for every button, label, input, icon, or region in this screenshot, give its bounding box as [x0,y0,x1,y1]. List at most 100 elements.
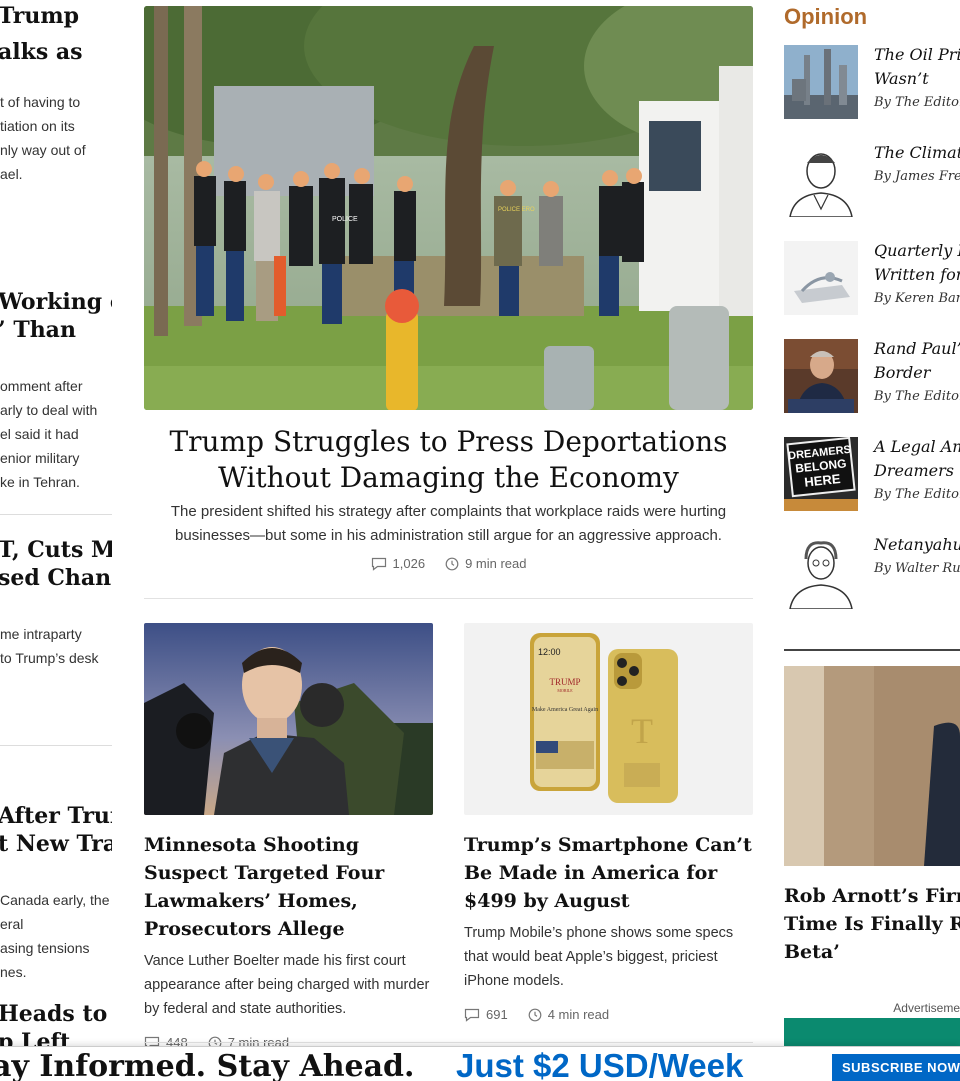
left-story-3-headline-line-1[interactable]: T, Cuts More [0,536,112,564]
advertisement-label: Advertiseme [893,1001,960,1015]
story-card-1-headline[interactable]: Minnesota Shooting Suspect Targeted Four… [144,831,433,943]
hero-meta: 1,026 9 min read [144,556,753,571]
right-story-headline-1[interactable]: Rob Arnott’s Firm [784,882,960,910]
subscribe-banner: ay Informed. Stay Ahead. Just $2 USD/Wee… [0,1046,960,1081]
opinion-6-byline: By Walter Rus [874,561,960,576]
left-story-2-summary-5: ke in Tehran. [0,474,80,490]
left-story-1[interactable]: Trump alks as t of having to tiation on … [0,2,112,186]
opinion-5-byline: By The Editor [874,487,960,502]
left-story-2-summary-1: omment after [0,378,83,394]
vest-label-2: POLICE ERO [498,207,535,213]
left-story-3-headline-line-2[interactable]: sed Changes [0,564,112,592]
opinion-section-title[interactable]: Opinion [784,4,867,30]
left-story-3-summary-2: to Trump’s desk [0,650,99,666]
left-story-4-summary-3: asing tensions [0,940,90,956]
story-card-2-read-time: 4 min read [547,1007,610,1022]
opinion-1-headline-2[interactable]: Wasn’t [874,67,960,91]
left-story-4-headline-line-1[interactable]: After Trump [0,802,112,830]
opinion-4-byline: By The Editor [874,389,960,404]
left-story-5-headline-line-1[interactable]: Heads to [0,1000,112,1028]
comment-icon[interactable] [371,557,387,571]
left-story-2-summary-4: enior military [0,450,80,466]
left-story-4-headline-line-2[interactable]: t New Trade [0,830,112,858]
left-story-1-headline-line-2[interactable]: alks as [0,38,112,66]
left-divider [0,514,112,515]
left-column: Trump alks as t of having to tiation on … [0,0,112,1080]
phone-brand: TRUMP [549,677,580,687]
story-card-1-summary: Vance Luther Boelter made his first cour… [144,953,430,1017]
opinion-3-byline: By Keren Bar- [874,291,960,306]
right-story-image[interactable] [784,666,960,866]
center-divider [144,598,753,599]
story-card-2-meta: 691 4 min read [464,1007,753,1022]
vest-label-1: POLICE [332,216,358,223]
opinion-item[interactable]: Netanyahu I By Walter Rus [784,535,960,611]
center-divider [144,1042,753,1043]
hero-headline[interactable]: Trump Struggles to Press Deportations Wi… [144,424,753,496]
phone-logo: T [631,711,653,751]
opinion-4-headline-1[interactable]: Rand Paul’s [874,337,960,361]
story-card-2-comment-count[interactable]: 691 [486,1007,508,1022]
opinion-item[interactable]: The Climate By James Fred [784,143,960,219]
opinion-item[interactable]: Rand Paul’s Border By The Editor [784,339,960,415]
comment-icon[interactable] [464,1008,480,1022]
left-story-1-headline-line-1[interactable]: Trump [0,2,112,30]
opinion-6-headline-1[interactable]: Netanyahu I [874,533,960,557]
right-story-headline-2[interactable]: Time Is Finally Rig [784,910,960,938]
opinion-2-headline-1[interactable]: The Climate [874,141,960,165]
opinion-item[interactable]: The Oil Pric Wasn’t By The Editor [784,45,960,121]
story-card-smartphone[interactable]: 12:00 TRUMP MOBILE Make America Great Ag… [464,623,753,1022]
banner-tagline: ay Informed. Stay Ahead. [0,1049,415,1081]
left-story-1-summary-4: ael. [0,166,23,182]
opinion-thumb-portrait[interactable] [784,535,858,609]
right-divider [784,649,960,651]
opinion-3-headline-2[interactable]: Written for A [874,263,960,287]
left-story-1-summary-2: tiation on its [0,118,75,134]
opinion-2-byline: By James Fred [874,169,960,184]
left-story-2-headline-line-1[interactable]: Working on [0,288,112,316]
hero-summary: The president shifted his strategy after… [170,503,727,544]
left-story-4-summary-1: Canada early, the [0,892,110,908]
phone-time: 12:00 [538,647,561,657]
phone-sub: MOBILE [557,688,573,693]
subscribe-button[interactable]: SUBSCRIBE NOW [832,1054,960,1081]
hero-image[interactable]: POLICE POLICE ERO [144,6,753,410]
left-story-4[interactable]: After Trump t New Trade Canada early, th… [0,802,112,984]
story-card-2-headline[interactable]: Trump’s Smartphone Can’t Be Made in Amer… [464,831,753,915]
opinion-thumb-senator[interactable] [784,339,858,413]
left-divider [0,745,112,746]
opinion-thumb-dreamers-sign[interactable]: DREAMERS BELONG HERE [784,437,858,511]
opinion-item[interactable]: DREAMERS BELONG HERE A Legal Am Dreamers… [784,437,960,513]
opinion-5-headline-1[interactable]: A Legal Am [874,435,960,459]
opinion-item[interactable]: Quarterly Re Written for A By Keren Bar- [784,241,960,317]
opinion-thumb-refinery[interactable] [784,45,858,119]
left-story-2-summary-2: arly to deal with [0,402,98,418]
opinion-1-byline: By The Editor [874,95,960,110]
left-story-4-summary-4: nes. [0,964,27,980]
opinion-column: Opinion The Oil Pric Wasn’t By The Edito… [784,0,960,1080]
left-story-2[interactable]: Working on ’ Than omment after arly to d… [0,288,112,494]
left-story-1-summary-3: nly way out of [0,142,86,158]
opinion-5-headline-2[interactable]: Dreamers [874,459,960,483]
story-card-minnesota[interactable]: Minnesota Shooting Suspect Targeted Four… [144,623,433,1050]
left-story-2-headline-line-2[interactable]: ’ Than [0,316,112,344]
clock-icon [445,557,459,571]
opinion-1-headline-1[interactable]: The Oil Pric [874,43,960,67]
right-story-headline[interactable]: Rob Arnott’s Firm Time Is Finally Rig Be… [784,882,960,966]
left-story-3[interactable]: T, Cuts More sed Changes me intraparty t… [0,536,112,670]
story-card-2-summary: Trump Mobile’s phone shows some specs th… [464,925,734,989]
hero-comment-count[interactable]: 1,026 [393,556,426,571]
opinion-thumb-portrait[interactable] [784,143,858,217]
opinion-thumb-laptop[interactable] [784,241,858,315]
opinion-3-headline-1[interactable]: Quarterly Re [874,239,960,263]
left-story-4-summary-2: eral [0,916,24,932]
left-story-3-summary-1: me intraparty [0,626,82,642]
phone-slogan: Make America Great Again [532,707,598,713]
banner-price[interactable]: Just $2 USD/Week [456,1047,743,1081]
story-card-2-image[interactable]: 12:00 TRUMP MOBILE Make America Great Ag… [464,623,753,815]
opinion-4-headline-2[interactable]: Border [874,361,960,385]
right-story-headline-3[interactable]: Beta’ [784,938,960,966]
hero-read-time: 9 min read [465,556,527,571]
clock-icon [528,1008,542,1022]
story-card-1-image[interactable] [144,623,433,815]
